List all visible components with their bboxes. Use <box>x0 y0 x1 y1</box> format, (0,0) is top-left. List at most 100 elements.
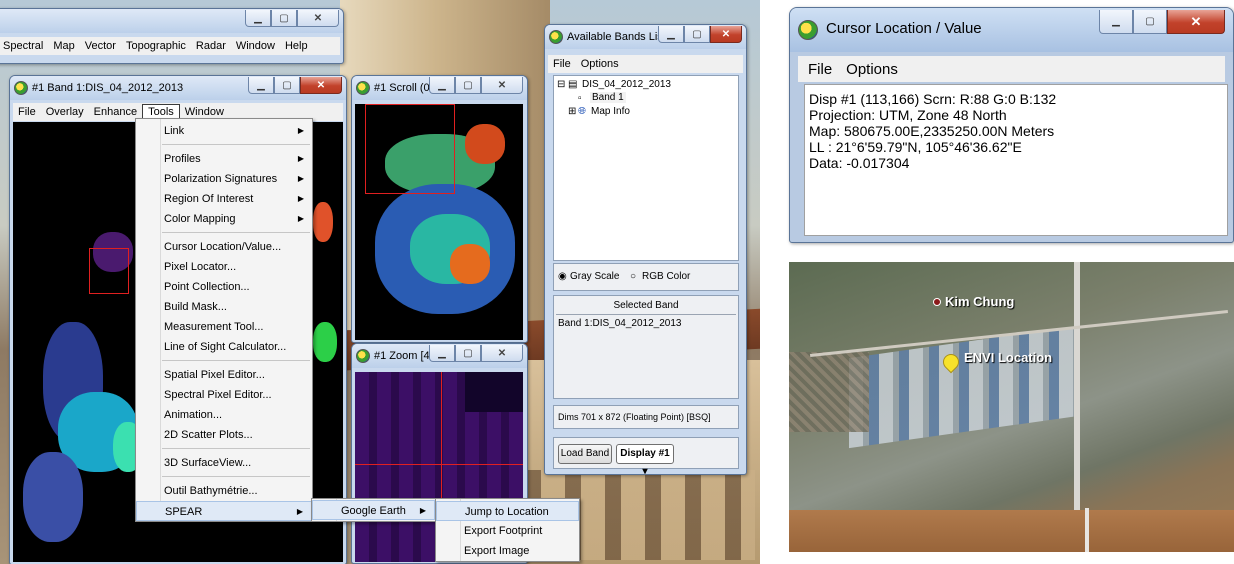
tree-expander-icon[interactable]: ⊞ <box>568 106 576 117</box>
menu-item-label: Google Earth <box>341 505 406 517</box>
menu-item-outil-bathymetrie[interactable]: Outil Bathymétrie... <box>136 481 312 501</box>
dims-info: Dims 701 x 872 (Floating Point) [BSQ] <box>558 412 711 422</box>
menu-item-spear[interactable]: SPEAR ▶ <box>136 501 312 521</box>
cursor-window-menubar: File Options <box>798 56 1225 82</box>
menu-item-export-image[interactable]: Export Image <box>436 541 579 561</box>
menu-radar[interactable]: Radar <box>191 39 231 53</box>
menu-item-polarization-signatures[interactable]: Polarization Signatures ▶ <box>136 169 312 189</box>
envi-app-icon <box>356 81 370 95</box>
highway <box>1074 262 1080 552</box>
menu-item-label: SPEAR <box>165 506 203 518</box>
scroll-image-canvas[interactable] <box>355 104 523 340</box>
place-label-kim-chung[interactable]: Kim Chung <box>945 294 1014 309</box>
minimize-button[interactable]: ▁ <box>658 26 684 43</box>
minimize-button[interactable]: ▁ <box>1099 10 1133 34</box>
submenu-arrow-icon: ▶ <box>297 154 304 163</box>
minimize-button[interactable]: ▁ <box>245 10 271 27</box>
menu-topographic[interactable]: Topographic <box>121 39 191 53</box>
available-bands-window: Available Bands List ▁ ▢ ✕ File Options … <box>544 24 747 475</box>
tree-item-map-info[interactable]: Map Info <box>591 106 630 117</box>
close-button[interactable]: ✕ <box>481 345 523 362</box>
submenu-arrow-icon: ▶ <box>296 507 303 516</box>
file-icon: ▤ <box>568 79 578 90</box>
close-button[interactable]: ✕ <box>300 77 342 94</box>
menu-item-build-mask[interactable]: Build Mask... <box>136 297 312 317</box>
menu-item-label: 2D Scatter Plots... <box>164 429 253 441</box>
close-button[interactable]: ✕ <box>481 77 523 94</box>
menu-item-profiles[interactable]: Profiles ▶ <box>136 149 312 169</box>
tree-item-band-1[interactable]: Band 1 <box>590 92 626 103</box>
maximize-button[interactable]: ▢ <box>274 77 300 94</box>
minimize-button[interactable]: ▁ <box>248 77 274 94</box>
display-select[interactable]: Display #1 ▾ <box>616 444 674 474</box>
image-region <box>313 202 333 242</box>
menu-item-jump-to-location[interactable]: Jump to Location <box>436 501 579 521</box>
menu-options[interactable]: Options <box>842 59 902 80</box>
readout-line-latlong: LL : 21°6'59.79"N, 105°46'36.62"E <box>809 139 1022 155</box>
load-band-button[interactable]: Load Band <box>558 444 612 464</box>
submenu-arrow-icon: ▶ <box>297 214 304 223</box>
menu-item-export-footprint[interactable]: Export Footprint <box>436 521 579 541</box>
image-frame-indicator[interactable] <box>365 104 455 194</box>
gray-scale-radio[interactable]: ◉ <box>558 271 567 282</box>
minimize-button[interactable]: ▁ <box>429 345 455 362</box>
menu-options[interactable]: Options <box>576 57 624 71</box>
main-menubar: Spectral Map Vector Topographic Radar Wi… <box>0 37 340 55</box>
menu-window[interactable]: Window <box>231 39 280 53</box>
menu-item-point-collection[interactable]: Point Collection... <box>136 277 312 297</box>
menu-item-3d-surfaceview[interactable]: 3D SurfaceView... <box>136 453 312 473</box>
chevron-down-icon: ▾ <box>642 466 648 475</box>
menu-item-google-earth[interactable]: Google Earth ▶ <box>312 500 435 520</box>
menu-item-cursor-location[interactable]: Cursor Location/Value... <box>136 237 312 257</box>
readout-line-map: Map: 580675.00E,2335250.00N Meters <box>809 123 1055 139</box>
tree-expander-icon[interactable]: ⊟ <box>557 79 565 90</box>
menu-item-color-mapping[interactable]: Color Mapping ▶ <box>136 209 312 229</box>
maximize-button[interactable]: ▢ <box>271 10 297 27</box>
place-pin-icon <box>933 298 941 306</box>
tree-root-file[interactable]: DIS_04_2012_2013 <box>582 79 671 90</box>
minimize-button[interactable]: ▁ <box>429 77 455 94</box>
menu-overlay[interactable]: Overlay <box>41 105 89 119</box>
menu-item-spectral-pixel-editor[interactable]: Spectral Pixel Editor... <box>136 385 312 405</box>
envi-app-icon <box>549 30 563 44</box>
google-earth-view[interactable]: Kim Chung ENVI Location <box>789 262 1234 552</box>
menu-vector[interactable]: Vector <box>80 39 121 53</box>
menu-enhance[interactable]: Enhance <box>89 105 142 119</box>
menu-file[interactable]: File <box>13 105 41 119</box>
close-button[interactable]: ✕ <box>710 26 742 43</box>
menu-window[interactable]: Window <box>180 105 229 119</box>
menu-item-spatial-pixel-editor[interactable]: Spatial Pixel Editor... <box>136 365 312 385</box>
maximize-button[interactable]: ▢ <box>1133 10 1167 34</box>
maximize-button[interactable]: ▢ <box>455 77 481 94</box>
zoom-box-indicator[interactable] <box>89 248 129 294</box>
menu-help[interactable]: Help <box>280 39 313 53</box>
menu-item-line-of-sight[interactable]: Line of Sight Calculator... <box>136 337 312 357</box>
menu-item-2d-scatter-plots[interactable]: 2D Scatter Plots... <box>136 425 312 445</box>
menu-item-measurement-tool[interactable]: Measurement Tool... <box>136 317 312 337</box>
industrial-zone <box>849 325 1079 449</box>
menu-file[interactable]: File <box>548 57 576 71</box>
menu-item-animation[interactable]: Animation... <box>136 405 312 425</box>
menu-map[interactable]: Map <box>48 39 79 53</box>
maximize-button[interactable]: ▢ <box>455 345 481 362</box>
menu-item-label: Line of Sight Calculator... <box>164 341 287 353</box>
village-area <box>789 352 869 432</box>
place-label-envi-location[interactable]: ENVI Location <box>964 350 1052 365</box>
rgb-color-radio[interactable]: ○ <box>630 271 636 282</box>
menu-item-pixel-locator[interactable]: Pixel Locator... <box>136 257 312 277</box>
menu-spectral[interactable]: Spectral <box>0 39 48 53</box>
menu-item-link[interactable]: Link ▶ <box>136 121 312 141</box>
menu-item-label: Spectral Pixel Editor... <box>164 389 272 401</box>
menu-item-region-of-interest[interactable]: Region Of Interest ▶ <box>136 189 312 209</box>
action-row: Load Band Display #1 ▾ <box>553 437 739 474</box>
image-region <box>450 244 490 284</box>
maximize-button[interactable]: ▢ <box>684 26 710 43</box>
color-mode-group: ◉ Gray Scale ○ RGB Color <box>553 263 739 291</box>
river <box>789 510 1234 552</box>
menu-file[interactable]: File <box>798 59 842 80</box>
close-button[interactable]: ✕ <box>1167 10 1225 34</box>
selected-band-label: Selected Band <box>613 300 679 311</box>
close-button[interactable]: ✕ <box>297 10 339 27</box>
divider <box>556 314 736 315</box>
submenu-arrow-icon: ▶ <box>297 174 304 183</box>
